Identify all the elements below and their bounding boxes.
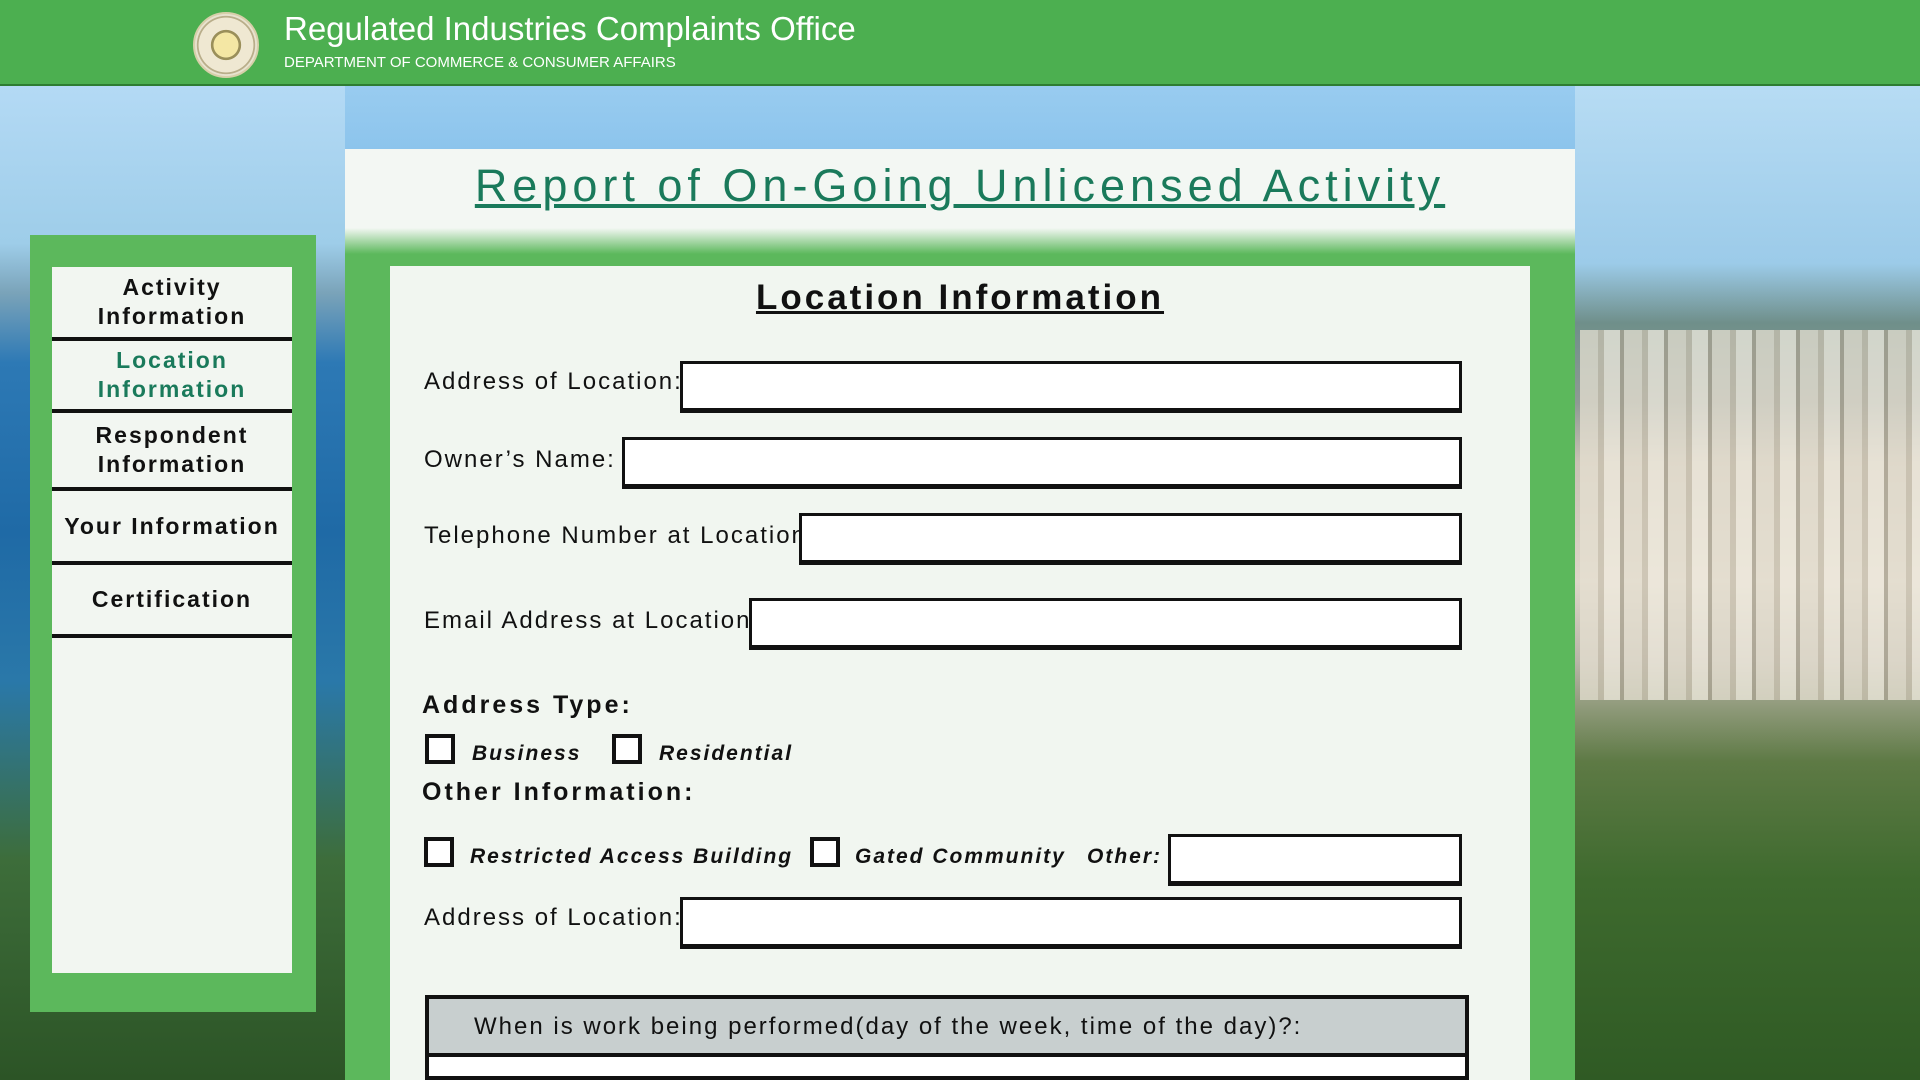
site-title: Regulated Industries Complaints Office	[284, 10, 856, 47]
restricted-access-checkbox[interactable]	[424, 837, 454, 867]
sidebar-item-respondent-information[interactable]: Respondent Information	[52, 413, 292, 491]
work-schedule-question: When is work being performed(day of the …	[474, 1013, 1303, 1040]
business-checkbox[interactable]	[425, 734, 455, 764]
sidebar-item-location-information[interactable]: Location Information	[52, 341, 292, 413]
owner-name-input[interactable]	[622, 437, 1462, 489]
page-title: Report of On-Going Unlicensed Activity	[474, 160, 1446, 211]
address-input[interactable]	[680, 361, 1462, 413]
work-schedule-box: When is work being performed(day of the …	[425, 995, 1469, 1080]
state-seal-icon	[193, 12, 259, 78]
owner-name-label: Owner’s Name:	[424, 446, 616, 473]
sidebar-inner: Activity Information Location Informatio…	[52, 267, 292, 973]
main-panel-fade	[345, 228, 1575, 254]
section-title: Location Information	[390, 278, 1530, 318]
address-type-heading: Address Type:	[422, 691, 633, 719]
email-label: Email Address at Location:	[424, 607, 761, 634]
address-label: Address of Location:	[424, 368, 683, 395]
address2-label: Address of Location:	[424, 904, 683, 931]
site-subtitle: DEPARTMENT OF COMMERCE & CONSUMER AFFAIR…	[284, 54, 676, 71]
sidebar-item-your-information[interactable]: Your Information	[52, 491, 292, 565]
email-input[interactable]	[749, 598, 1462, 650]
section-title-text: Location Information	[755, 278, 1165, 317]
sidebar-nav: Activity Information Location Informatio…	[30, 235, 316, 1012]
site-header: Regulated Industries Complaints Office D…	[0, 0, 1920, 86]
residential-checkbox[interactable]	[612, 734, 642, 764]
address2-input[interactable]	[680, 897, 1462, 949]
work-schedule-header: When is work being performed(day of the …	[429, 999, 1465, 1057]
gated-community-label: Gated Community	[855, 845, 1066, 868]
other-information-heading: Other Information:	[422, 778, 696, 806]
other-input[interactable]	[1168, 834, 1462, 886]
other-label: Other:	[1087, 845, 1162, 868]
sidebar-item-activity-information[interactable]: Activity Information	[52, 267, 292, 341]
background-buildings	[1580, 330, 1920, 700]
business-label: Business	[472, 742, 582, 765]
phone-input[interactable]	[799, 513, 1462, 565]
sidebar-item-certification[interactable]: Certification	[52, 565, 292, 638]
residential-label: Residential	[659, 742, 794, 765]
gated-community-checkbox[interactable]	[810, 837, 840, 867]
restricted-access-label: Restricted Access Building	[470, 845, 794, 868]
phone-label: Telephone Number at Location:	[424, 522, 816, 549]
